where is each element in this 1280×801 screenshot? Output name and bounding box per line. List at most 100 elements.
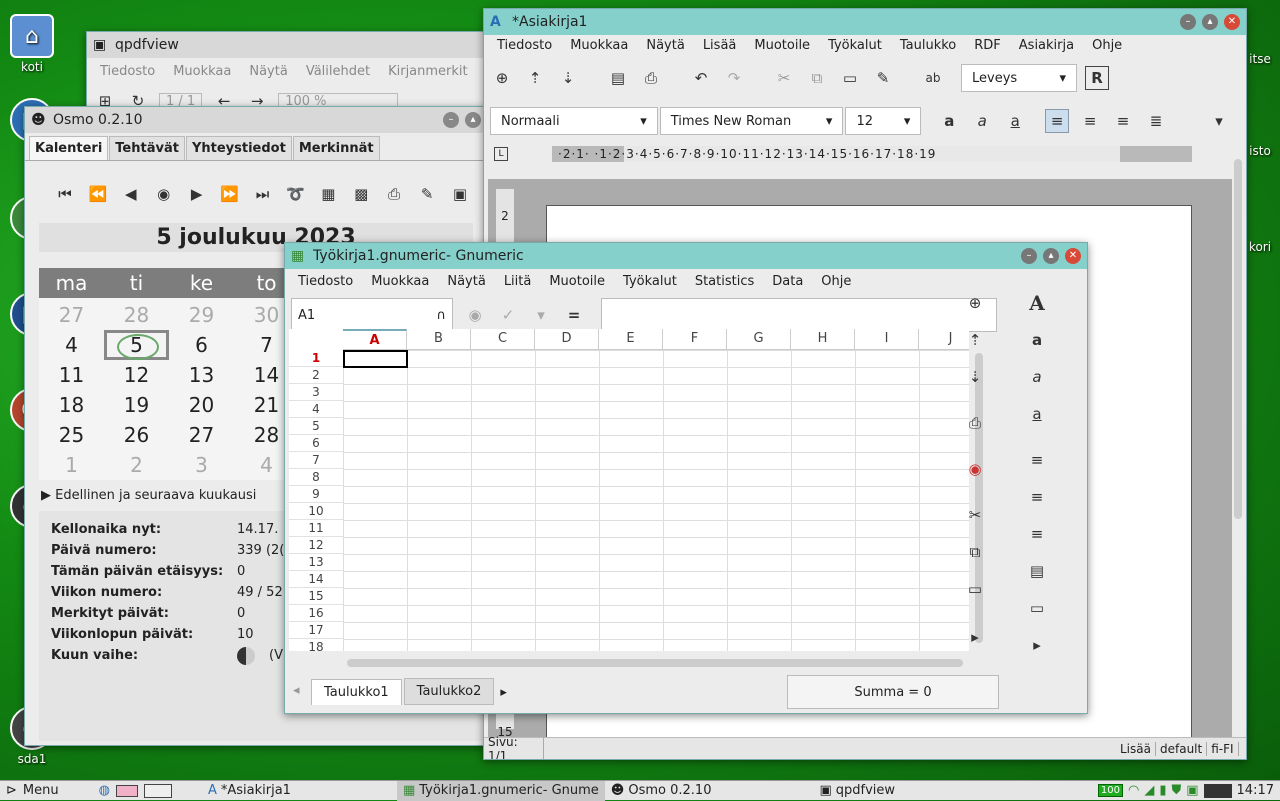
accept-edit-icon[interactable]: ✓	[496, 303, 520, 327]
maximize-button[interactable]: ▴	[1202, 14, 1218, 30]
formula-input[interactable]	[601, 298, 997, 332]
print-icon[interactable]: ⎙	[382, 182, 406, 206]
browser-launcher-icon[interactable]: ◍	[99, 783, 110, 798]
redo-icon[interactable]: ↷	[722, 66, 746, 90]
taskbar-item-asiakirja[interactable]: A *Asiakirja1	[202, 781, 297, 801]
calendar-day[interactable]: 20	[169, 393, 234, 417]
align-left-icon[interactable]: ≡	[1025, 448, 1049, 472]
writer-menu-asiakirja[interactable]: Asiakirja	[1010, 38, 1083, 53]
row-header[interactable]: 12	[289, 537, 343, 554]
open-icon[interactable]: ⇡	[523, 66, 547, 90]
next-month-icon[interactable]: ⏩	[218, 182, 242, 206]
today-icon[interactable]: ◉	[152, 182, 176, 206]
column-header[interactable]: J	[919, 329, 969, 350]
more-format-icon[interactable]: ▸	[1025, 633, 1049, 657]
show-desktop-icon[interactable]	[143, 783, 172, 798]
writer-titlebar[interactable]: A *Asiakirja1 – ▴ ✕	[484, 9, 1246, 35]
minimize-button[interactable]: –	[1021, 248, 1037, 264]
calendar-day[interactable]: 4	[39, 333, 104, 357]
row-header[interactable]: 11	[289, 520, 343, 537]
gnumeric-titlebar[interactable]: ▦ Työkirja1.gnumeric- Gnumeric – ▴ ✕	[285, 243, 1087, 269]
wifi-icon[interactable]: ◠	[1128, 783, 1139, 798]
align-justify-icon[interactable]: ≣	[1144, 109, 1168, 133]
sheet-scroll-right-icon[interactable]: ▸	[496, 680, 511, 705]
save-icon[interactable]: ⇣	[556, 66, 580, 90]
calendar-day[interactable]: 27	[169, 423, 234, 447]
sheet-scroll-left-icon[interactable]: ◂	[293, 683, 300, 698]
zoom-combo[interactable]: Leveys ▾	[961, 64, 1077, 92]
cell-name-box[interactable]: A1 ∩	[291, 298, 453, 332]
copy-icon[interactable]: ⧉	[805, 66, 829, 90]
row-header[interactable]: 9	[289, 486, 343, 503]
gn-menu-tiedosto[interactable]: Tiedosto	[289, 274, 362, 289]
paste-icon[interactable]: ▭	[838, 66, 862, 90]
column-header[interactable]: D	[535, 329, 599, 350]
calendar-day[interactable]: 25	[39, 423, 104, 447]
bold-icon[interactable]: a	[937, 109, 961, 133]
font-size-combo[interactable]: 12 ▾	[845, 107, 922, 135]
cut-icon[interactable]: ✂	[772, 66, 796, 90]
storage-icon[interactable]: ▮	[1159, 783, 1166, 798]
align-right-icon[interactable]: ≡	[1111, 109, 1135, 133]
gn-menu-tyokalut[interactable]: Työkalut	[614, 274, 686, 289]
qpdf-menu-muokkaa[interactable]: Muokkaa	[164, 64, 240, 79]
align-center-icon[interactable]: ≡	[1078, 109, 1102, 133]
maximize-button[interactable]: ▴	[465, 112, 481, 128]
row-header[interactable]: 2	[289, 367, 343, 384]
tab-tehtavat[interactable]: Tehtävät	[109, 136, 185, 160]
calculator-icon[interactable]: ▩	[349, 182, 373, 206]
copy-icon[interactable]: ⧉	[963, 540, 987, 564]
print-icon[interactable]: ⎙	[963, 411, 987, 435]
taskbar-item-gnumeric[interactable]: ▦ Työkirja1.gnumeric- Gnume	[396, 780, 605, 801]
calendar-day[interactable]: 19	[104, 393, 169, 417]
function-dropdown-icon[interactable]: ▾	[529, 303, 553, 327]
row-header[interactable]: 5	[289, 418, 343, 435]
writer-menu-lisaa[interactable]: Lisää	[694, 38, 746, 53]
column-header[interactable]: G	[727, 329, 791, 350]
jump-icon[interactable]: ➰	[283, 182, 307, 206]
row-header[interactable]: 8	[289, 469, 343, 486]
underline-icon[interactable]: a	[1003, 109, 1027, 133]
qpdf-menu-valilehdet[interactable]: Välilehdet	[297, 64, 379, 79]
row-header[interactable]: 13	[289, 554, 343, 571]
writer-menu-tyokalut[interactable]: Työkalut	[819, 38, 891, 53]
shield-icon[interactable]: ⛊	[1171, 783, 1181, 798]
calendar-day-selected[interactable]: 5	[104, 330, 169, 360]
calendar-day[interactable]: 27	[39, 303, 104, 327]
merge-cells-icon[interactable]: ▤	[1025, 559, 1049, 583]
selected-cell-cursor[interactable]	[343, 350, 408, 368]
new-document-icon[interactable]: ⊕	[490, 66, 514, 90]
row-header[interactable]: 18	[289, 639, 343, 651]
sheet-tab-taulukko2[interactable]: Taulukko2	[403, 678, 495, 705]
paste-icon[interactable]: ▭	[963, 577, 987, 601]
writer-menu-taulukko[interactable]: Taulukko	[891, 38, 965, 53]
more-tools-icon[interactable]: ▸	[963, 625, 987, 649]
row-header[interactable]: 10	[289, 503, 343, 520]
row-header[interactable]: 14	[289, 571, 343, 588]
close-button[interactable]: ✕	[1224, 14, 1240, 30]
next-year-icon[interactable]: ⏭	[251, 182, 275, 206]
spellcheck-icon[interactable]: ab	[921, 66, 945, 90]
workspace-switcher-icon[interactable]	[115, 784, 138, 797]
maximize-button[interactable]: ▴	[1043, 248, 1059, 264]
prev-month-icon[interactable]: ⏪	[86, 182, 110, 206]
qpdf-menu-kirjanmerkit[interactable]: Kirjanmerkit	[379, 64, 477, 79]
calendar-day[interactable]: 11	[39, 363, 104, 387]
font-icon[interactable]: A	[1025, 291, 1049, 315]
qpdfview-titlebar[interactable]: ▣ qpdfview	[87, 32, 485, 58]
column-header[interactable]: C	[471, 329, 535, 350]
split-cells-icon[interactable]: ▭	[1025, 596, 1049, 620]
minimize-button[interactable]: –	[443, 112, 459, 128]
update-icon[interactable]: ▣	[1186, 783, 1198, 798]
row-header[interactable]: 15	[289, 588, 343, 605]
calendar-day[interactable]: 13	[169, 363, 234, 387]
column-header[interactable]: I	[855, 329, 919, 350]
minimize-button[interactable]: –	[1180, 14, 1196, 30]
calendar-day[interactable]: 12	[104, 363, 169, 387]
writer-menu-muotoile[interactable]: Muotoile	[745, 38, 819, 53]
row-header[interactable]: 7	[289, 452, 343, 469]
writer-menu-nayta[interactable]: Näytä	[637, 38, 693, 53]
calendar-day[interactable]: 3	[169, 453, 234, 477]
row-header[interactable]: 4	[289, 401, 343, 418]
spreadsheet-grid[interactable]: A B C D E F G H I J 1 2 3 4 5 6 7 8 9 10…	[289, 329, 969, 651]
